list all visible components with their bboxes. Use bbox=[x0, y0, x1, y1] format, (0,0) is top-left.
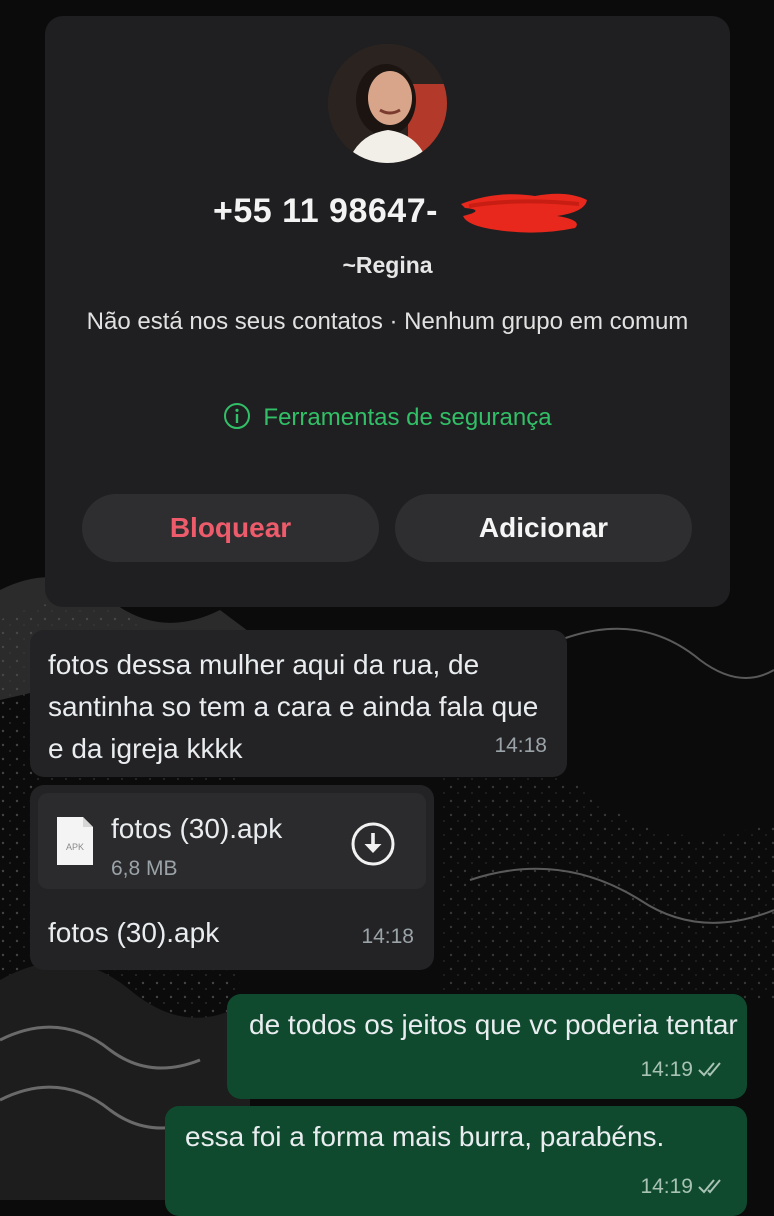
message-time: 14:19 bbox=[640, 1175, 693, 1198]
unknown-contact-card: +55 11 98647- ~Regina Não está nos seus … bbox=[45, 16, 730, 607]
block-button[interactable]: Bloquear bbox=[82, 494, 379, 562]
file-size: 6,8 MB bbox=[111, 857, 178, 880]
message-time: 14:18 bbox=[494, 734, 547, 757]
phone-redaction bbox=[461, 193, 587, 233]
add-contact-button[interactable]: Adicionar bbox=[395, 494, 692, 562]
contact-status-info: Não está nos seus contatos · Nenhum grup… bbox=[86, 308, 689, 335]
apk-label: APK bbox=[66, 842, 84, 852]
safety-tools-link[interactable]: Ferramentas de segurança bbox=[45, 402, 730, 432]
incoming-file-message[interactable]: APK fotos (30).apk 6,8 MB fotos (30).apk… bbox=[30, 785, 434, 970]
file-name: fotos (30).apk bbox=[111, 813, 283, 844]
message-text: essa foi a forma mais burra, parabéns. bbox=[185, 1121, 665, 1152]
safety-tools-label: Ferramentas de segurança bbox=[263, 404, 552, 431]
incoming-message[interactable]: fotos dessa mulher aqui da rua, de santi… bbox=[30, 630, 567, 777]
contact-phone-number: +55 11 98647- bbox=[213, 192, 438, 230]
double-check-icon bbox=[698, 1179, 721, 1194]
message-text: de todos os jeitos que vc poderia tentar bbox=[249, 1009, 738, 1040]
file-caption: fotos (30).apk bbox=[48, 917, 220, 948]
message-time: 14:18 bbox=[361, 925, 414, 948]
file-attachment[interactable]: APK fotos (30).apk 6,8 MB bbox=[38, 793, 426, 889]
contact-username: ~Regina bbox=[342, 252, 433, 278]
contact-avatar[interactable] bbox=[328, 44, 447, 163]
apk-file-icon: APK bbox=[57, 817, 93, 865]
message-time: 14:19 bbox=[640, 1058, 693, 1081]
double-check-icon bbox=[698, 1062, 721, 1077]
message-time-status: 14:19 bbox=[640, 1166, 727, 1208]
message-text: fotos dessa mulher aqui da rua, de santi… bbox=[48, 649, 539, 764]
outgoing-message[interactable]: de todos os jeitos que vc poderia tentar… bbox=[227, 994, 747, 1099]
info-icon bbox=[224, 403, 251, 429]
message-time-status: 14:19 bbox=[640, 1049, 727, 1091]
download-icon[interactable] bbox=[350, 821, 396, 867]
